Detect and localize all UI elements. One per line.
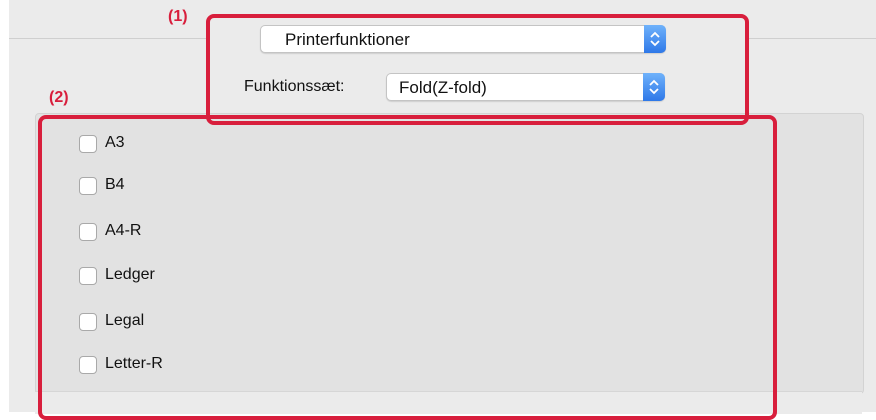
separator-right [748, 38, 876, 39]
callout-2: (2) [49, 89, 69, 106]
separator-left [9, 38, 209, 39]
highlight-frame-1 [206, 14, 749, 125]
highlight-frame-2 [38, 115, 777, 420]
callout-1: (1) [168, 8, 188, 25]
